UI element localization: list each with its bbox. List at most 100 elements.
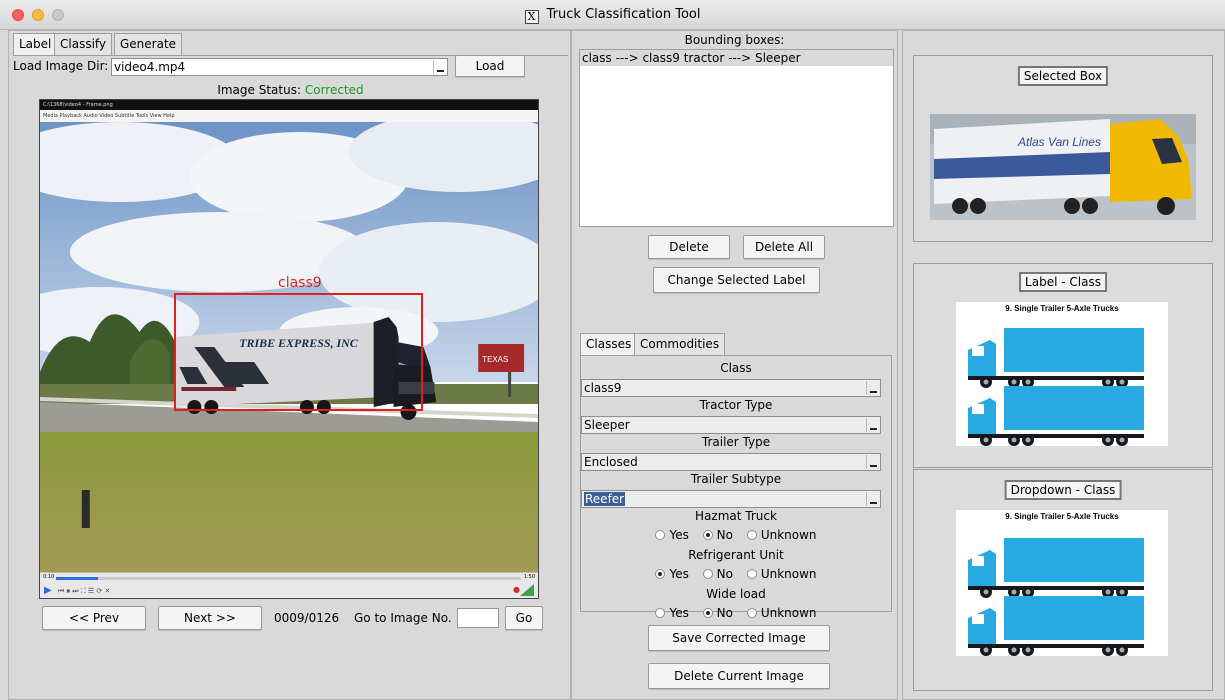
truck-diagram-icon <box>968 328 1144 446</box>
radio-icon <box>702 569 713 579</box>
chevron-down-icon[interactable] <box>433 60 446 74</box>
trailer-type-label: Trailer Type <box>701 435 771 449</box>
hazmat-radio-group: Yes No Unknown <box>581 528 891 542</box>
radio-icon <box>655 608 666 618</box>
class-label: Class <box>720 361 752 375</box>
tractor-type-value: Sleeper <box>584 418 630 432</box>
tab-commodities[interactable]: Commodities <box>634 333 726 355</box>
load-dir-value: video4.mp4 <box>114 60 186 74</box>
x11-app-icon: X <box>524 10 539 24</box>
radio-label: No <box>716 567 733 581</box>
chevron-down-icon[interactable] <box>866 455 879 469</box>
seek-bar-fill <box>56 577 98 580</box>
chevron-down-icon[interactable] <box>866 418 879 432</box>
player-titlebar: C:\1368\video4 - Frame.png <box>40 100 538 110</box>
load-dir-label: Load Image Dir: <box>13 59 109 73</box>
diagram-title: 9. Single Trailer 5-Axle Trucks <box>1005 512 1119 521</box>
seek-bar[interactable] <box>56 577 521 580</box>
wide-unknown-radio[interactable]: Unknown <box>746 606 817 620</box>
tractor-type-label: Tractor Type <box>699 398 773 412</box>
radio-label: Unknown <box>760 606 817 620</box>
list-item[interactable]: class ---> class9 tractor ---> Sleeper <box>580 50 893 66</box>
chevron-down-icon[interactable] <box>866 492 879 506</box>
go-button[interactable]: Go <box>505 606 543 630</box>
volume-icon[interactable] <box>520 584 534 596</box>
refrigerant-label: Refrigerant Unit <box>688 548 784 562</box>
bounding-boxes-title: Bounding boxes: <box>684 33 785 47</box>
dropdown-class-title: Dropdown - Class <box>1004 480 1122 500</box>
chevron-down-icon[interactable] <box>866 381 879 395</box>
radio-selected-icon <box>702 608 713 618</box>
wide-yes-radio[interactable]: Yes <box>655 606 689 620</box>
trailer-type-dropdown[interactable]: Enclosed <box>581 453 881 471</box>
label-class-diagram: 9. Single Trailer 5-Axle Trucks <box>956 302 1168 446</box>
trailer-subtype-label: Trailer Subtype <box>690 472 782 486</box>
player-menubar: Media Playback Audio Video Subtitle Tool… <box>40 110 538 122</box>
radio-label: Unknown <box>760 567 817 581</box>
classes-notebook: Classes Commodities Class class9 Tractor… <box>580 333 892 620</box>
goto-image-input[interactable] <box>457 608 499 628</box>
selected-box-panel: Selected Box Atlas Van Lines <box>913 55 1213 242</box>
time-total: 1:50 <box>523 574 535 580</box>
bounding-box[interactable] <box>174 293 423 411</box>
bounding-box-list[interactable]: class ---> class9 tractor ---> Sleeper <box>579 49 894 227</box>
hazmat-no-radio[interactable]: No <box>702 528 733 542</box>
tab-generate[interactable]: Generate <box>114 33 183 55</box>
tractor-type-dropdown[interactable]: Sleeper <box>581 416 881 434</box>
save-corrected-image-button[interactable]: Save Corrected Image <box>648 625 830 651</box>
trailer-subtype-dropdown[interactable]: Reefer <box>581 490 881 508</box>
image-status: Image Status: Corrected <box>9 83 572 97</box>
radio-selected-icon <box>655 569 666 579</box>
label-class-panel: Label - Class 9. Single Trailer 5-Axle T… <box>913 263 1213 468</box>
load-button[interactable]: Load <box>455 55 525 77</box>
player-title: C:\1368\video4 - Frame.png <box>43 102 113 108</box>
middle-pane: Bounding boxes: class ---> class9 tracto… <box>571 30 898 700</box>
class-value: class9 <box>584 381 622 395</box>
truck-diagram-icon <box>968 538 1144 656</box>
class-dropdown[interactable]: class9 <box>581 379 881 397</box>
refrigerant-unknown-radio[interactable]: Unknown <box>746 567 817 581</box>
wide-load-label: Wide load <box>706 587 766 601</box>
left-pane: Label Classify Generate Load Image Dir: … <box>8 30 571 700</box>
refrigerant-no-radio[interactable]: No <box>702 567 733 581</box>
mute-icon[interactable]: ● <box>513 585 520 594</box>
delete-current-image-button[interactable]: Delete Current Image <box>648 663 830 689</box>
play-icon[interactable]: ▶ <box>44 585 52 596</box>
player-controls: 0:10 1:50 ▶ ⏮ ⏹ ⏭ ⛶ ☰ ⟳ ✕ ● <box>40 572 538 598</box>
refrigerant-yes-radio[interactable]: Yes <box>655 567 689 581</box>
next-button[interactable]: Next >> <box>158 606 262 630</box>
wide-no-radio[interactable]: No <box>702 606 733 620</box>
playback-controls-icons[interactable]: ⏮ ⏹ ⏭ ⛶ ☰ ⟳ ✕ <box>58 587 110 596</box>
radio-label: Unknown <box>760 528 817 542</box>
radio-icon <box>746 530 757 540</box>
window-titlebar: X Truck Classification Tool <box>0 0 1225 30</box>
trailer-type-value: Enclosed <box>584 455 638 469</box>
bbox-class-label: class9 <box>278 275 322 291</box>
hazmat-unknown-radio[interactable]: Unknown <box>746 528 817 542</box>
image-viewer[interactable]: C:\1368\video4 - Frame.png Media Playbac… <box>39 99 539 599</box>
selected-crop-text: Atlas Van Lines <box>1017 135 1101 149</box>
radio-icon <box>746 569 757 579</box>
window-title-wrap: X Truck Classification Tool <box>0 7 1225 24</box>
tab-classify[interactable]: Classify <box>54 33 113 55</box>
trailer-subtype-value: Reefer <box>584 492 626 506</box>
delete-all-button[interactable]: Delete All <box>743 235 825 259</box>
goto-label: Go to Image No. <box>354 611 452 625</box>
change-selected-label-button[interactable]: Change Selected Label <box>653 267 820 293</box>
label-class-title: Label - Class <box>1019 272 1107 292</box>
radio-label: No <box>716 528 733 542</box>
image-status-label: Image Status: <box>217 83 302 97</box>
hazmat-label: Hazmat Truck <box>695 509 777 523</box>
load-row: Load Image Dir: video4.mp4 Load <box>13 55 568 77</box>
load-dir-dropdown[interactable]: video4.mp4 <box>111 58 448 76</box>
right-pane: Selected Box Atlas Van Lines Label - Cla… <box>902 30 1225 700</box>
tab-label[interactable]: Label <box>13 33 58 56</box>
diagram-title: 9. Single Trailer 5-Axle Trucks <box>1005 304 1119 313</box>
radio-icon <box>655 530 666 540</box>
prev-button[interactable]: << Prev <box>42 606 146 630</box>
tab-classes[interactable]: Classes <box>580 333 638 356</box>
radio-icon <box>746 608 757 618</box>
delete-button[interactable]: Delete <box>648 235 730 259</box>
hazmat-yes-radio[interactable]: Yes <box>655 528 689 542</box>
radio-label: Yes <box>669 567 689 581</box>
